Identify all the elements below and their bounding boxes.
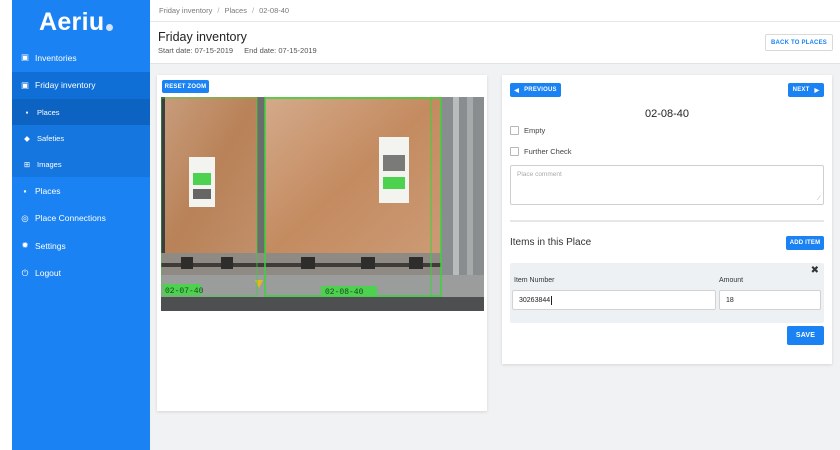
add-item-button[interactable]: ADD ITEM: [786, 236, 824, 250]
items-section-title: Items in this Place: [510, 237, 592, 248]
breadcrumb-current: 02-08-40: [259, 6, 290, 15]
previous-label: PREVIOUS: [524, 87, 557, 93]
amount-value: 18: [726, 296, 734, 304]
close-icon[interactable]: ✖: [811, 265, 819, 276]
sidebar: Aeriu ▣ Inventories ▣ Friday inventory ▪…: [12, 0, 150, 450]
image-card: RESET ZOOM 02-07-40 02-08-40: [157, 75, 487, 411]
inventory-dates: Start date: 07-15-2019 End date: 07-15-2…: [158, 46, 840, 55]
boxes-icon: ▣: [20, 52, 30, 63]
shield-icon: ◆: [24, 133, 30, 143]
next-label: NEXT: [792, 87, 810, 93]
sidebar-subitem-safeties[interactable]: ◆ Safeties: [12, 125, 150, 151]
sidebar-item-label: Place Connections: [35, 213, 106, 224]
location-label-main: 02-08-40: [325, 288, 364, 297]
further-check-checkbox[interactable]: [510, 147, 519, 156]
breadcrumb-item[interactable]: Places: [224, 6, 247, 15]
end-date: End date: 07-15-2019: [244, 46, 317, 55]
breadcrumb-item[interactable]: Friday inventory: [159, 6, 212, 15]
further-check-row[interactable]: Further Check: [510, 147, 572, 156]
sidebar-item-logout[interactable]: ⏻ Logout: [12, 260, 150, 288]
breadcrumb-separator: /: [217, 6, 220, 15]
sidebar-subitem-label: Places: [37, 107, 60, 117]
breadcrumb: Friday inventory / Places / 02-08-40: [150, 0, 840, 22]
box-icon: ▪: [23, 185, 27, 196]
amount-label: Amount: [719, 277, 744, 284]
logo-dot: [106, 23, 114, 31]
breadcrumb-separator: /: [251, 6, 255, 15]
section-divider: [510, 220, 824, 222]
place-detail-card: ◀ PREVIOUS NEXT ▶ 02-08-40 Empty Further…: [502, 75, 832, 364]
reset-zoom-button[interactable]: RESET ZOOM: [162, 80, 209, 93]
start-date: Start date: 07-15-2019: [158, 46, 234, 55]
page-title: Friday inventory: [158, 30, 247, 44]
empty-checkbox[interactable]: [510, 126, 519, 135]
item-number-label: Item Number: [514, 277, 555, 284]
empty-checkbox-row[interactable]: Empty: [510, 126, 545, 135]
sidebar-subitem-label: Images: [37, 159, 62, 169]
power-icon: ⏻: [21, 267, 29, 278]
warehouse-shelf-image: 02-07-40 02-08-40: [161, 97, 484, 311]
text-caret: [551, 295, 553, 305]
sidebar-item-friday-inventory[interactable]: ▣ Friday inventory: [12, 71, 150, 99]
sidebar-item-places[interactable]: ▪ Places: [12, 177, 150, 205]
sidebar-item-place-connections[interactable]: ◎ Place Connections: [12, 205, 150, 233]
place-comment-textarea[interactable]: Place comment ⟋: [510, 165, 824, 205]
box-icon: ▪: [25, 107, 29, 117]
item-number-value: 30263844: [519, 296, 551, 304]
sidebar-item-settings[interactable]: ✹ Settings: [12, 232, 150, 260]
place-id: 02-08-40: [644, 108, 690, 120]
page-header: Friday inventory Start date: 07-15-2019 …: [150, 22, 840, 64]
sidebar-subitem-images[interactable]: ⊞ Images: [12, 151, 150, 177]
empty-label: Empty: [524, 126, 546, 135]
boxes-icon: ▣: [20, 79, 30, 90]
logo-text: Aeriu: [39, 7, 105, 36]
connections-icon: ◎: [21, 212, 29, 223]
sidebar-item-label: Places: [35, 185, 61, 196]
image-icon: ⊞: [23, 159, 31, 169]
sidebar-item-label: Settings: [35, 240, 66, 251]
chevron-left-icon: ◀: [514, 87, 520, 94]
item-number-input[interactable]: 30263844: [512, 290, 716, 310]
place-photo[interactable]: 02-07-40 02-08-40: [161, 97, 484, 311]
sidebar-item-label: Inventories: [35, 52, 77, 63]
app-logo[interactable]: Aeriu: [12, 0, 150, 44]
sidebar-submenu: ▪ Places ◆ Safeties ⊞ Images: [12, 99, 150, 177]
back-to-places-button[interactable]: BACK TO PLACES: [764, 34, 833, 51]
amount-input[interactable]: 18: [719, 290, 821, 310]
chevron-right-icon: ▶: [814, 87, 820, 94]
previous-button[interactable]: ◀ PREVIOUS: [510, 83, 561, 97]
next-button[interactable]: NEXT ▶: [788, 83, 824, 97]
sidebar-item-inventories[interactable]: ▣ Inventories: [12, 44, 150, 72]
further-check-label: Further Check: [524, 147, 572, 156]
save-button[interactable]: SAVE: [787, 326, 824, 345]
item-row: ✖ Item Number Amount 30263844 18: [510, 263, 824, 323]
sidebar-subitem-places[interactable]: ▪ Places: [12, 99, 150, 125]
comment-placeholder: Place comment: [517, 171, 562, 178]
location-label-left: 02-07-40: [165, 287, 204, 296]
sidebar-subitem-label: Safeties: [37, 133, 65, 143]
sidebar-item-label: Friday inventory: [35, 80, 96, 91]
resize-grip-icon[interactable]: ⟋: [817, 196, 821, 203]
sidebar-item-label: Logout: [35, 268, 61, 279]
gear-icon: ✹: [21, 240, 29, 251]
